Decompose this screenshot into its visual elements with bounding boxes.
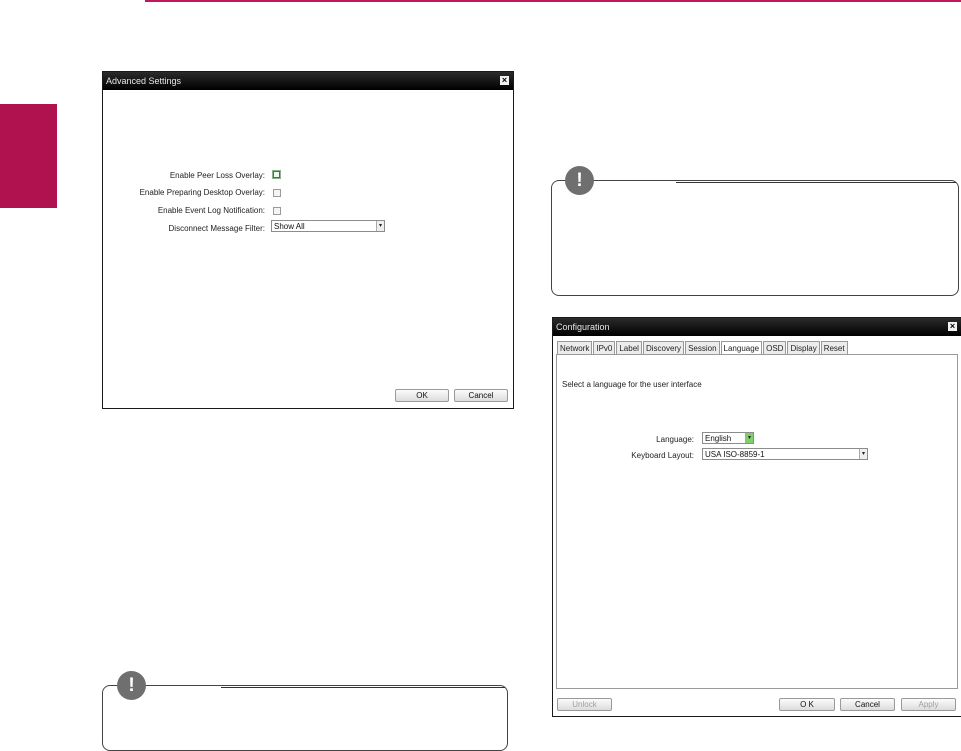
- configuration-dialog: Configuration × Network IPv0 Label Disco…: [552, 317, 961, 717]
- language-value: English: [705, 434, 732, 443]
- ok-button[interactable]: O K: [779, 698, 835, 711]
- dialog-title: Advanced Settings: [106, 76, 182, 86]
- event-log-checkbox[interactable]: [273, 207, 281, 215]
- advanced-settings-dialog: Advanced Settings × Enable Peer Loss Ove…: [102, 71, 514, 409]
- unlock-button[interactable]: Unlock: [557, 698, 612, 711]
- note-divider: [676, 182, 956, 183]
- tab-strip: Network IPv0 Label Discovery Session Lan…: [557, 341, 849, 355]
- tab-ipv0[interactable]: IPv0: [593, 341, 616, 354]
- ok-button[interactable]: OK: [395, 389, 449, 402]
- close-icon[interactable]: ×: [948, 322, 957, 331]
- language-description: Select a language for the user interface: [562, 380, 702, 389]
- disconnect-filter-value: Show All: [274, 222, 305, 231]
- cancel-button[interactable]: Cancel: [454, 389, 508, 402]
- top-rule: [145, 0, 961, 2]
- note-box: !: [102, 671, 508, 751]
- chevron-down-icon: ▾: [745, 433, 753, 443]
- keyboard-layout-label: Keyboard Layout:: [631, 451, 694, 460]
- dialog-titlebar: Advanced Settings: [103, 72, 513, 90]
- tab-display[interactable]: Display: [787, 341, 820, 354]
- keyboard-layout-value: USA ISO-8859-1: [705, 450, 765, 459]
- warning-icon: !: [117, 671, 146, 700]
- preparing-desktop-checkbox[interactable]: [273, 189, 281, 197]
- section-side-tab: [0, 104, 57, 208]
- peer-loss-checkbox[interactable]: [273, 171, 280, 178]
- tab-discovery[interactable]: Discovery: [642, 341, 685, 354]
- tab-network[interactable]: Network: [557, 341, 593, 354]
- tab-session[interactable]: Session: [685, 341, 720, 354]
- note-box: !: [551, 166, 959, 296]
- preparing-desktop-label: Enable Preparing Desktop Overlay:: [139, 188, 265, 197]
- tab-reset[interactable]: Reset: [820, 341, 848, 354]
- disconnect-filter-select[interactable]: Show All ▾: [271, 220, 385, 232]
- note-divider: [221, 687, 505, 688]
- warning-icon: !: [565, 166, 594, 195]
- cancel-button[interactable]: Cancel: [840, 698, 895, 711]
- language-panel: Select a language for the user interface…: [556, 354, 958, 689]
- tab-language[interactable]: Language: [720, 341, 763, 355]
- disconnect-filter-label: Disconnect Message Filter:: [168, 224, 265, 233]
- apply-button[interactable]: Apply: [901, 698, 956, 711]
- tab-label[interactable]: Label: [616, 341, 642, 354]
- language-select[interactable]: English ▾: [702, 432, 754, 444]
- chevron-down-icon: ▾: [859, 449, 867, 459]
- tab-osd[interactable]: OSD: [763, 341, 787, 354]
- dialog-title: Configuration: [556, 322, 610, 332]
- chevron-down-icon: ▾: [376, 221, 384, 231]
- close-icon[interactable]: ×: [500, 76, 509, 85]
- language-label: Language:: [656, 435, 694, 444]
- event-log-label: Enable Event Log Notification:: [157, 206, 265, 215]
- dialog-titlebar: Configuration: [553, 318, 961, 336]
- keyboard-layout-select[interactable]: USA ISO-8859-1 ▾: [702, 448, 868, 460]
- peer-loss-label: Enable Peer Loss Overlay:: [169, 171, 265, 180]
